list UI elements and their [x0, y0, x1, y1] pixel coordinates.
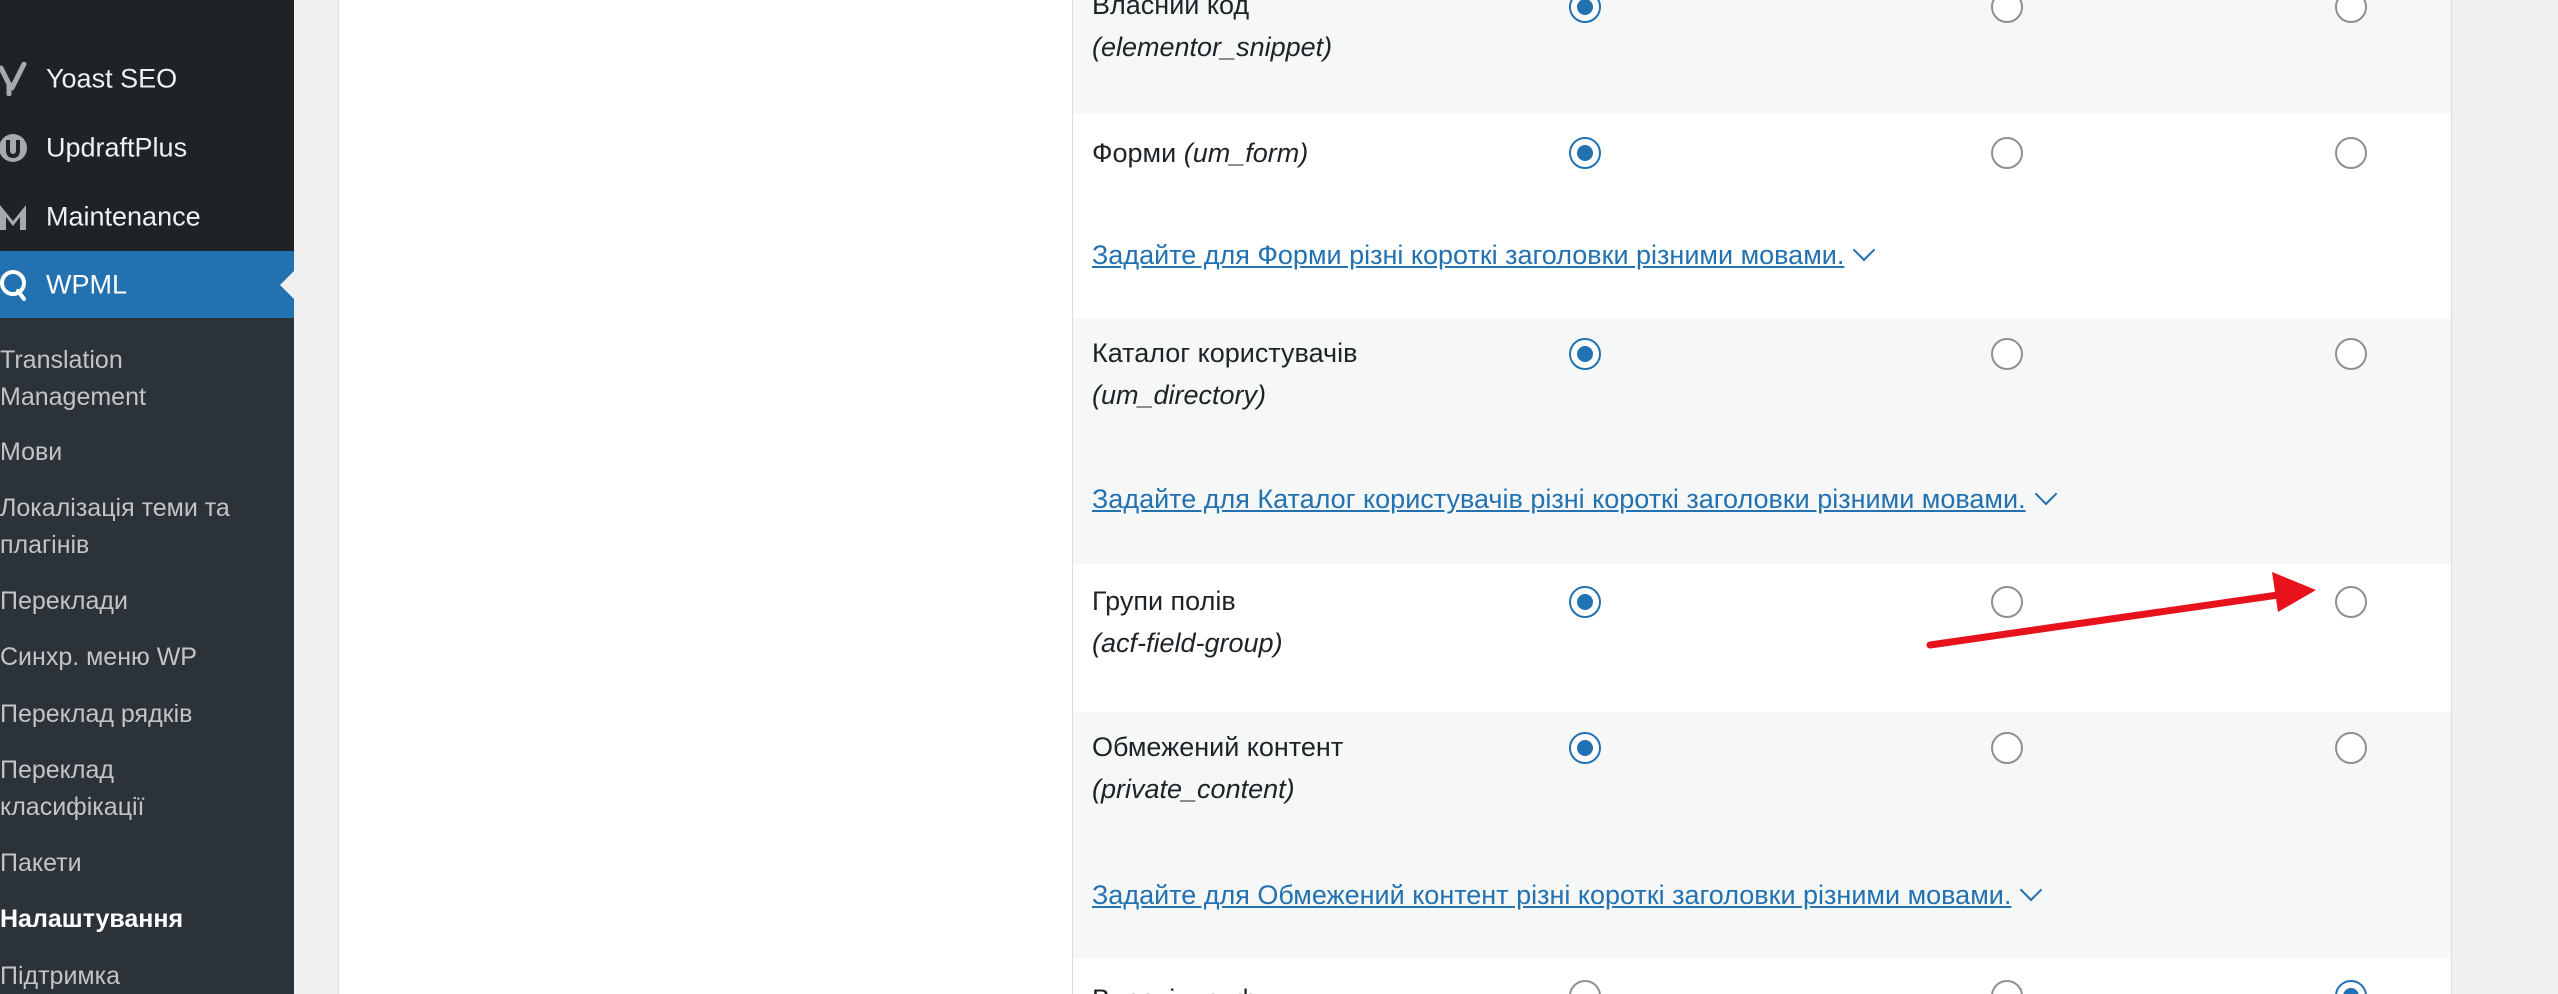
menu-item-yoast-seo[interactable]: Yoast SEO [0, 45, 294, 113]
table-row: Власні шрифти [1073, 958, 2451, 994]
submenu-item-string-translation[interactable]: Переклад рядків [0, 696, 280, 733]
active-menu-indicator [280, 271, 294, 299]
radio-option-3[interactable] [2335, 137, 2367, 169]
link-text: Задайте для Обмежений контент різні коро… [1092, 880, 2012, 910]
submenu-label: Translation [0, 346, 123, 374]
menu-label: Yoast SEO [46, 63, 178, 94]
post-type-slug: (um_directory) [1092, 380, 1267, 410]
wpml-icon [0, 268, 30, 302]
menu-label: UpdraftPlus [46, 132, 188, 163]
submenu-label: Переклади [0, 587, 128, 615]
chevron-down-icon [1853, 238, 1876, 262]
radio-option-1[interactable] [1569, 137, 1601, 169]
menu-label: WPML [46, 269, 127, 300]
table-row: Обмежений контент (private_content) Зада… [1073, 712, 2451, 958]
submenu-label: Підтримка [0, 962, 121, 990]
post-type-name: Власні шрифти [1092, 984, 1284, 994]
submenu-label: Синхр. меню WP [0, 643, 197, 671]
submenu-item-theme-plugin-localization[interactable]: Локалізація теми та плагінів [0, 490, 280, 564]
submenu-item-settings[interactable]: Налаштування [0, 901, 280, 938]
submenu-label: Переклад рядків [0, 700, 193, 728]
radio-option-3[interactable] [2335, 0, 2367, 23]
submenu-item-taxonomy-translation[interactable]: Переклад класифікації [0, 752, 280, 826]
submenu-label: Management [0, 383, 146, 411]
post-type-slug: (private_content) [1092, 774, 1295, 804]
radio-option-1[interactable] [1569, 980, 1601, 994]
maintenance-icon [0, 200, 30, 234]
radio-option-2[interactable] [1991, 732, 2023, 764]
post-type-name: Каталог користувачів [1092, 338, 1358, 368]
post-type-label: Обмежений контент (private_content) [1092, 726, 1343, 810]
menu-label: Maintenance [46, 201, 201, 232]
radio-option-3[interactable] [2335, 586, 2367, 618]
post-type-name: Групи полів [1092, 586, 1236, 616]
radio-option-2[interactable] [1991, 0, 2023, 23]
post-type-label: Групи полів (acf-field-group) [1092, 580, 1283, 664]
menu-item-maintenance[interactable]: Maintenance [0, 183, 294, 251]
set-different-slugs-link[interactable]: Задайте для Обмежений контент різні коро… [1092, 876, 2043, 914]
submenu-item-support[interactable]: Підтримка [0, 958, 280, 994]
admin-sidebar: Yoast SEO UpdraftPlus Maintenance WPML T… [0, 0, 294, 994]
submenu-item-wp-menus-sync[interactable]: Синхр. меню WP [0, 639, 280, 676]
submenu-label: Мови [0, 438, 63, 466]
post-type-label: Власні шрифти [1092, 978, 1284, 994]
set-different-slugs-link[interactable]: Задайте для Форми різні короткі заголовк… [1092, 236, 1876, 274]
updraftplus-icon [0, 131, 30, 165]
radio-option-3[interactable] [2335, 732, 2367, 764]
post-type-label: Власний код (elementor_snippet) [1092, 0, 1332, 68]
submenu-item-packages[interactable]: Пакети [0, 845, 280, 882]
radio-option-1[interactable] [1569, 338, 1601, 370]
radio-option-3[interactable] [2335, 338, 2367, 370]
radio-option-1[interactable] [1569, 586, 1601, 618]
link-text: Задайте для Каталог користувачів різні к… [1092, 484, 2026, 514]
submenu-label: класифікації [0, 793, 145, 821]
submenu-item-translation-management[interactable]: Translation Management [0, 342, 280, 416]
set-different-slugs-link[interactable]: Задайте для Каталог користувачів різні к… [1092, 480, 2057, 518]
chevron-down-icon [2034, 482, 2057, 506]
link-text: Задайте для Форми різні короткі заголовк… [1092, 240, 1845, 270]
post-type-label: Каталог користувачів (um_directory) [1092, 332, 1357, 416]
yoast-icon [0, 62, 30, 96]
post-type-label: Форми (um_form) [1092, 132, 1308, 174]
post-type-slug: (elementor_snippet) [1092, 32, 1333, 62]
settings-section-description [338, 0, 1072, 994]
submenu-label: плагінів [0, 531, 90, 559]
post-types-sync-table: Власний код (elementor_snippet) Форми (u… [1072, 0, 2452, 994]
submenu-label: Переклад [0, 756, 114, 784]
radio-option-1[interactable] [1569, 732, 1601, 764]
radio-option-3[interactable] [2335, 980, 2367, 994]
radio-option-2[interactable] [1991, 586, 2023, 618]
wpml-submenu: Translation Management Мови Локалізація … [0, 318, 294, 994]
table-row: Власний код (elementor_snippet) [1073, 0, 2451, 114]
table-row: Форми (um_form) Задайте для Форми різні … [1073, 114, 2451, 318]
radio-option-1[interactable] [1569, 0, 1601, 23]
submenu-label: Пакети [0, 849, 82, 877]
post-type-slug: (acf-field-group) [1092, 628, 1283, 658]
post-type-name: Форми [1092, 138, 1177, 168]
table-row: Групи полів (acf-field-group) [1073, 564, 2451, 712]
submenu-item-translations[interactable]: Переклади [0, 583, 280, 620]
post-type-name: Обмежений контент [1092, 732, 1344, 762]
submenu-label: Локалізація теми та [0, 494, 230, 522]
chevron-down-icon [2020, 878, 2043, 902]
submenu-item-languages[interactable]: Мови [0, 434, 280, 471]
radio-option-2[interactable] [1991, 980, 2023, 994]
radio-option-2[interactable] [1991, 137, 2023, 169]
menu-item-wpml[interactable]: WPML [0, 251, 294, 319]
post-type-slug: (um_form) [1183, 138, 1309, 168]
radio-option-2[interactable] [1991, 338, 2023, 370]
table-row: Каталог користувачів (um_directory) Зада… [1073, 318, 2451, 564]
submenu-label: Налаштування [0, 905, 184, 933]
post-type-name: Власний код [1092, 0, 1250, 20]
menu-item-updraftplus[interactable]: UpdraftPlus [0, 114, 294, 182]
